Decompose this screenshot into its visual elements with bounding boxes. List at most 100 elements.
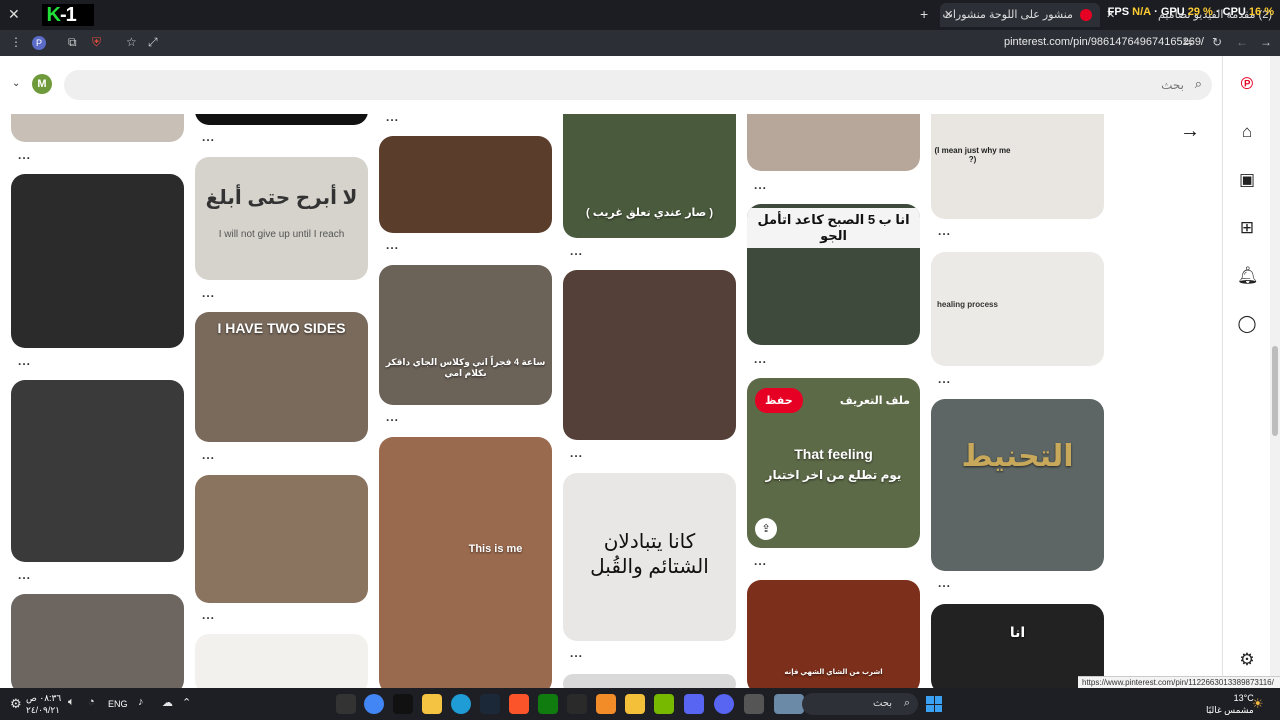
pin-card[interactable] <box>563 674 736 688</box>
more-options-button[interactable]: ... <box>18 148 31 162</box>
pin-card[interactable] <box>11 594 184 688</box>
more-options-button[interactable]: ... <box>202 608 215 622</box>
screenshot-icon[interactable]: ⤢ <box>148 35 158 50</box>
pin-card[interactable] <box>563 270 736 440</box>
edge-icon[interactable] <box>451 694 471 714</box>
discord-icon[interactable] <box>714 694 734 714</box>
profile-dropdown[interactable]: ملف التعريف <box>840 394 910 407</box>
settings-gear-icon[interactable]: ⚙ <box>1237 650 1257 670</box>
steam-icon[interactable] <box>480 694 500 714</box>
pin-card[interactable]: كانا يتبادلان الشتائم والقُبل <box>563 473 736 641</box>
back-icon[interactable]: → <box>1260 35 1272 49</box>
pin-card[interactable]: اشرب من الشاي الشهي فإنه <box>747 580 920 688</box>
brave-icon[interactable] <box>509 694 529 714</box>
weather-widget[interactable]: 13°C مشمس غالبًا <box>1206 692 1254 716</box>
file-explorer-icon[interactable] <box>625 694 645 714</box>
messages-icon[interactable]: ◯ <box>1237 314 1257 334</box>
pin-card[interactable]: ( صار عندي تعلق غريب ) <box>563 114 736 238</box>
more-options-button[interactable]: ... <box>202 130 215 144</box>
pin-card[interactable]: ساعة 4 فجراً اني وكلاس الجاي داقكر بكلام… <box>379 265 552 405</box>
tray-chevron-icon[interactable]: ⌃ <box>182 696 191 709</box>
chrome-icon[interactable] <box>364 694 384 714</box>
wifi-icon[interactable]: ◔ <box>88 696 95 708</box>
tiktok-icon[interactable] <box>393 694 413 714</box>
pin-card[interactable]: لا أبرح حتى أبلغ I will not give up unti… <box>195 157 368 280</box>
pin-card[interactable]: This is me <box>379 437 552 688</box>
pin-card-hovered[interactable]: حفظ ملف التعريف That feeling يوم تطلع من… <box>747 378 920 548</box>
create-icon[interactable]: ⊞ <box>1237 218 1257 238</box>
cloud-icon[interactable]: ☁ <box>162 696 173 709</box>
pin-card[interactable] <box>11 114 184 142</box>
language-indicator[interactable]: ENG <box>108 699 128 709</box>
arrow-right-icon[interactable]: → <box>1180 120 1200 143</box>
extensions-icon[interactable]: ⧉ <box>68 35 77 50</box>
more-options-button[interactable]: ... <box>386 238 399 252</box>
scrollbar-thumb[interactable] <box>1272 346 1278 436</box>
microphone-icon[interactable]: ♪ <box>138 696 144 708</box>
system-clock[interactable]: ٠٨:٣٦ ص ٢٤/٠٩/٢١ <box>26 692 61 716</box>
xbox-icon[interactable] <box>538 694 558 714</box>
bookmark-star-icon[interactable]: ☆ <box>126 35 137 49</box>
shield-icon[interactable]: ⛨ <box>92 35 101 50</box>
more-options-button[interactable]: ... <box>938 372 951 386</box>
more-options-button[interactable]: ... <box>570 244 583 258</box>
network-settings-icon[interactable]: ⚙ <box>10 696 22 712</box>
widgets-icon[interactable] <box>774 694 804 714</box>
close-window-icon[interactable]: ✕ <box>8 6 20 23</box>
pin-card[interactable] <box>11 380 184 562</box>
app-icon[interactable] <box>336 694 356 714</box>
volume-icon[interactable]: 🔈︎ <box>68 696 75 709</box>
explore-icon[interactable]: ▣ <box>1237 170 1257 190</box>
save-button[interactable]: حفظ <box>755 388 803 413</box>
scrollbar[interactable] <box>1270 56 1280 688</box>
more-options-button[interactable]: ... <box>202 448 215 462</box>
reload-icon[interactable]: ↻ <box>1212 35 1222 49</box>
pin-card[interactable]: I HAVE TWO SIDES <box>195 312 368 442</box>
more-options-button[interactable]: ... <box>386 410 399 424</box>
more-options-button[interactable]: ... <box>938 576 951 590</box>
pin-card[interactable]: healing process <box>931 252 1104 366</box>
more-options-button[interactable]: ... <box>570 646 583 660</box>
chevron-down-icon[interactable]: ⌄ <box>12 78 20 89</box>
forward-icon[interactable]: ← <box>1236 35 1248 49</box>
more-options-button[interactable]: ... <box>18 568 31 582</box>
app-icon[interactable] <box>744 694 764 714</box>
epic-games-icon[interactable] <box>567 694 587 714</box>
close-tab-icon[interactable]: ✕ <box>944 3 953 27</box>
new-tab-button[interactable]: + <box>920 6 928 22</box>
url-text[interactable]: pinterest.com/pin/986147649674165269/ <box>1004 36 1204 48</box>
more-options-button[interactable]: ... <box>754 554 767 568</box>
more-options-button[interactable]: ... <box>18 354 31 368</box>
nvidia-icon[interactable] <box>654 694 674 714</box>
more-options-button[interactable]: ... <box>570 446 583 460</box>
share-icon[interactable]: ⇪ <box>755 518 777 540</box>
search-input[interactable]: بحث ⌕ <box>64 70 1212 100</box>
avatar[interactable]: M <box>32 74 52 94</box>
pin-card[interactable] <box>379 136 552 233</box>
more-options-button[interactable]: ... <box>202 286 215 300</box>
menu-icon[interactable]: ⋮ <box>10 35 22 49</box>
more-options-button[interactable]: ... <box>938 224 951 238</box>
pinterest-logo-icon[interactable]: ℗ <box>1237 74 1257 94</box>
store-icon[interactable] <box>422 694 442 714</box>
site-settings-icon[interactable]: ⇋ <box>1183 35 1193 49</box>
pin-card[interactable]: (I mean just why me ?) <box>931 114 1104 219</box>
app-icon[interactable] <box>596 694 616 714</box>
tab-active[interactable]: ✕ منشور على اللوحة منشورات من <box>940 3 1100 27</box>
pin-card[interactable]: انا ب 5 الصبح كاعد اتأمل الجو <box>747 204 920 345</box>
pin-card[interactable] <box>195 475 368 603</box>
pin-card[interactable] <box>11 174 184 348</box>
pin-card[interactable]: التحنيط <box>931 399 1104 571</box>
pin-card[interactable] <box>195 114 368 125</box>
pin-card[interactable] <box>747 114 920 171</box>
windows-start-icon[interactable] <box>926 696 942 712</box>
more-options-button[interactable]: ... <box>754 352 767 366</box>
more-options-button[interactable]: ... <box>386 114 399 124</box>
more-options-button[interactable]: ... <box>754 178 767 192</box>
taskbar-search[interactable]: بحث ⌕ <box>802 693 918 715</box>
notifications-bell-icon[interactable]: 🔔︎ <box>1237 266 1259 286</box>
pin-card[interactable] <box>195 634 368 688</box>
profile-badge[interactable]: P <box>32 36 46 50</box>
home-icon[interactable]: ⌂ <box>1237 122 1257 142</box>
app-icon[interactable] <box>684 694 704 714</box>
